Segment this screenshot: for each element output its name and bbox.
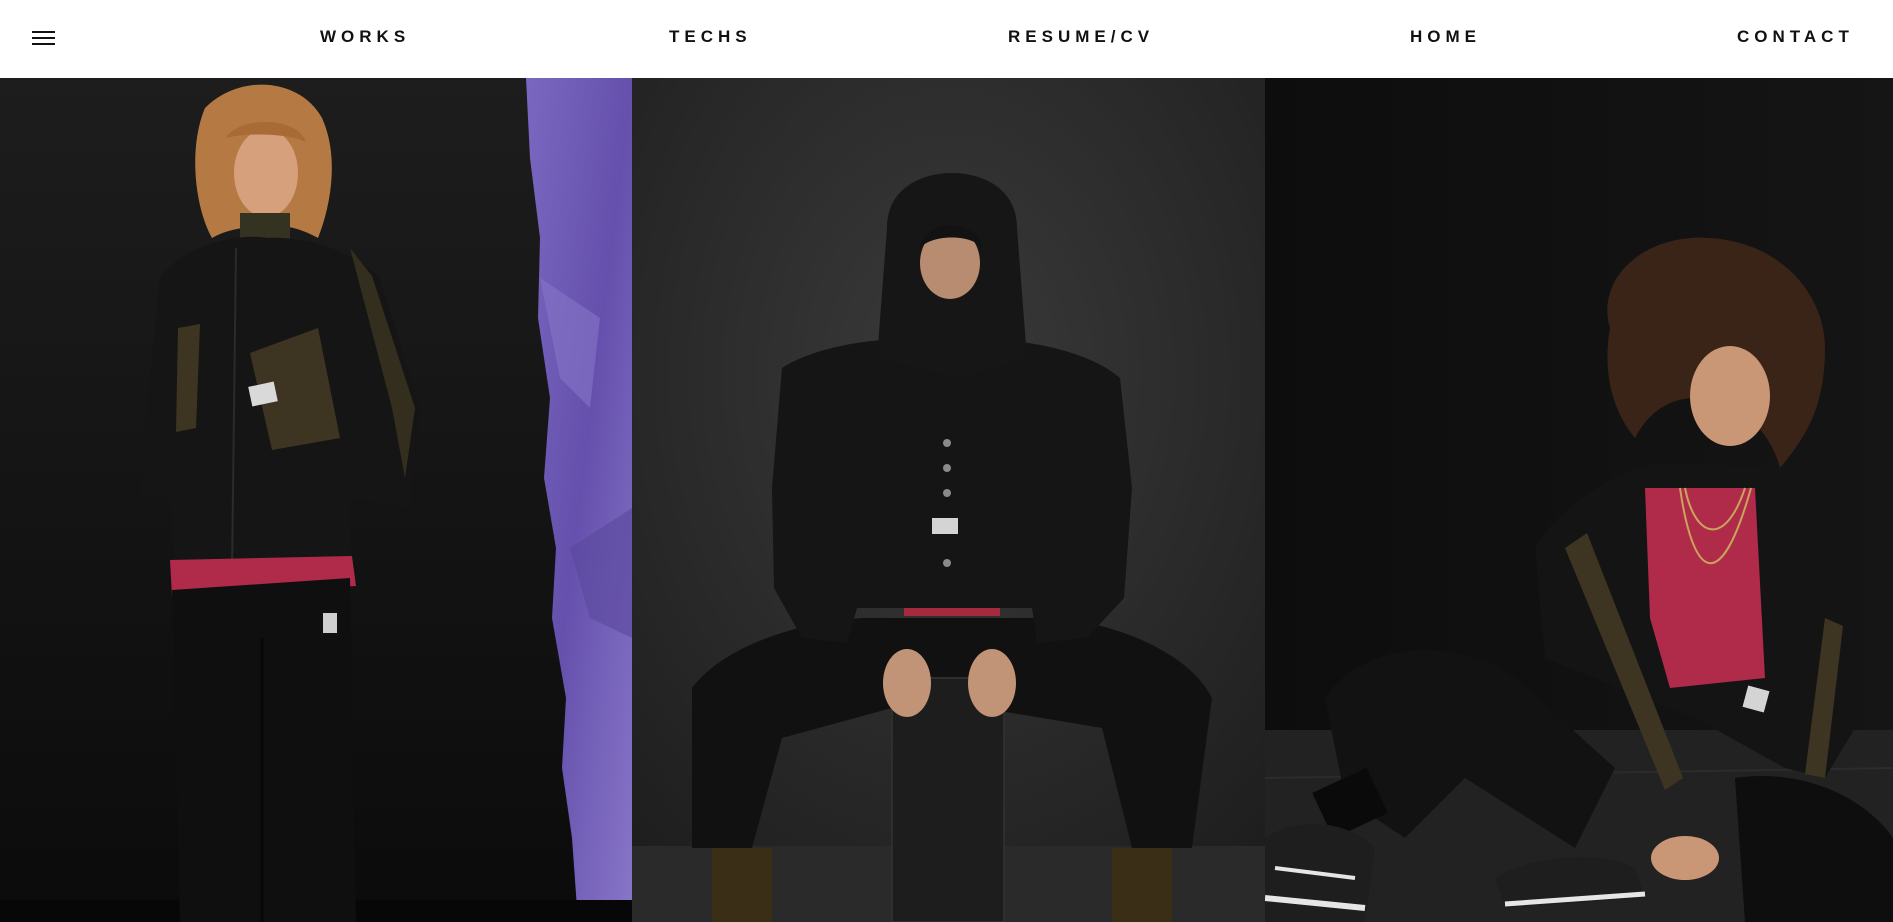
model-standing-photo xyxy=(0,78,632,922)
gallery-photo-standing-model[interactable] xyxy=(0,78,632,922)
gallery-photo-hooded-model[interactable] xyxy=(632,78,1265,922)
photo-gallery xyxy=(0,78,1893,922)
menu-line xyxy=(32,31,55,33)
menu-line xyxy=(32,43,55,45)
top-navigation-bar: WORKS TECHS RESUME/CV HOME CONTACT xyxy=(0,0,1893,78)
hamburger-menu-icon[interactable] xyxy=(32,28,56,48)
menu-line xyxy=(32,37,55,39)
nav-link-resume-cv[interactable]: RESUME/CV xyxy=(1008,27,1154,47)
nav-link-home[interactable]: HOME xyxy=(1410,27,1481,47)
model-floor-seated-photo xyxy=(1265,78,1893,922)
model-hooded-seated-photo xyxy=(632,78,1265,922)
nav-link-contact[interactable]: CONTACT xyxy=(1737,27,1854,47)
gallery-photo-seated-model[interactable] xyxy=(1265,78,1893,922)
nav-link-works[interactable]: WORKS xyxy=(320,27,410,47)
nav-link-techs[interactable]: TECHS xyxy=(669,27,752,47)
